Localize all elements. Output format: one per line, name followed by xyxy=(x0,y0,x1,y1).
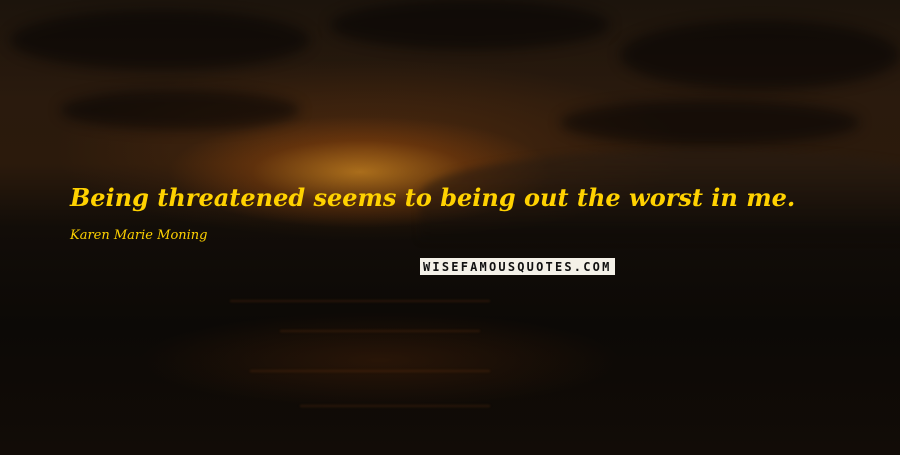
cloud xyxy=(560,100,860,145)
cloud xyxy=(620,20,900,90)
water-ripple xyxy=(250,370,490,372)
cloud xyxy=(10,10,310,70)
water-ripple xyxy=(300,405,490,407)
water-ripple xyxy=(230,300,490,302)
site-logo: WISEFAMOUSQUOTES.COM xyxy=(420,258,615,275)
quote-text: Being threatened seems to being out the … xyxy=(70,183,796,212)
author-name: Karen Marie Moning xyxy=(70,228,208,243)
quote-image: Being threatened seems to being out the … xyxy=(0,0,900,455)
water-ripple xyxy=(280,330,480,332)
cloud xyxy=(330,0,610,50)
cloud xyxy=(60,90,300,130)
